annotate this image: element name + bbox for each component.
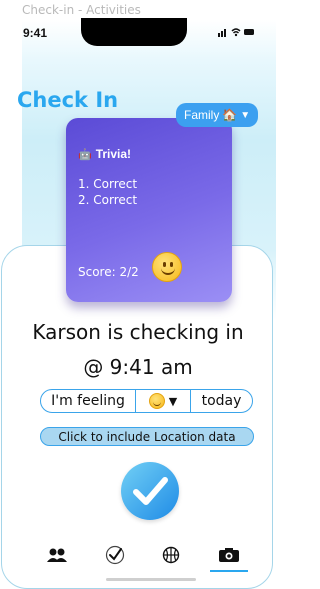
- feeling-suffix: today: [201, 393, 242, 409]
- status-icons: [218, 27, 256, 40]
- tab-checkin[interactable]: [100, 540, 130, 570]
- feeling-prefix: I'm feeling: [41, 390, 136, 412]
- tab-people[interactable]: [42, 540, 72, 570]
- family-dropdown[interactable]: Family 🏠 ▼: [176, 103, 259, 127]
- check-circle-icon: [105, 545, 125, 565]
- trivia-answer: 1. Correct: [78, 177, 138, 191]
- family-label: Family: [184, 108, 220, 122]
- include-location-button[interactable]: Click to include Location data: [40, 427, 254, 446]
- bottom-tab-bar: [42, 540, 258, 572]
- camera-icon: [219, 548, 239, 562]
- house-icon: 🏠: [222, 108, 238, 122]
- submit-checkin-button[interactable]: [121, 462, 179, 520]
- tab-sports[interactable]: [156, 540, 186, 570]
- checkmark-icon: [133, 477, 168, 505]
- device-notch: [81, 18, 187, 46]
- page-title: Check In: [17, 88, 119, 112]
- trivia-header: 🤖 Trivia!: [78, 147, 131, 161]
- trivia-card[interactable]: 🤖 Trivia! 1. Correct 2. Correct Score: 2…: [66, 118, 232, 302]
- home-indicator: [106, 578, 196, 581]
- people-icon: [47, 548, 67, 562]
- status-time: 9:41: [23, 26, 48, 40]
- tab-photos[interactable]: [210, 540, 248, 572]
- chevron-down-icon: ▼: [240, 109, 251, 121]
- checkin-message: Karson is checking in: [32, 320, 244, 344]
- robot-icon: 🤖: [78, 148, 92, 161]
- trivia-score: Score: 2/2: [78, 265, 139, 279]
- trivia-title: Trivia!: [95, 147, 132, 161]
- feeling-selector: I'm feeling ▼ today: [40, 389, 253, 413]
- signal-wifi-battery-icon: [218, 28, 254, 37]
- smiley-icon: [152, 252, 182, 282]
- mood-dropdown[interactable]: ▼: [136, 390, 191, 412]
- chevron-down-icon: ▼: [168, 394, 178, 408]
- trivia-answer: 2. Correct: [78, 193, 138, 207]
- window-title: Check-in - Activities: [22, 3, 141, 17]
- trivia-answers: 1. Correct 2. Correct: [78, 176, 137, 208]
- smiley-icon: [148, 393, 165, 409]
- basketball-icon: [162, 546, 180, 564]
- checkin-time: @ 9:41 am: [83, 355, 193, 379]
